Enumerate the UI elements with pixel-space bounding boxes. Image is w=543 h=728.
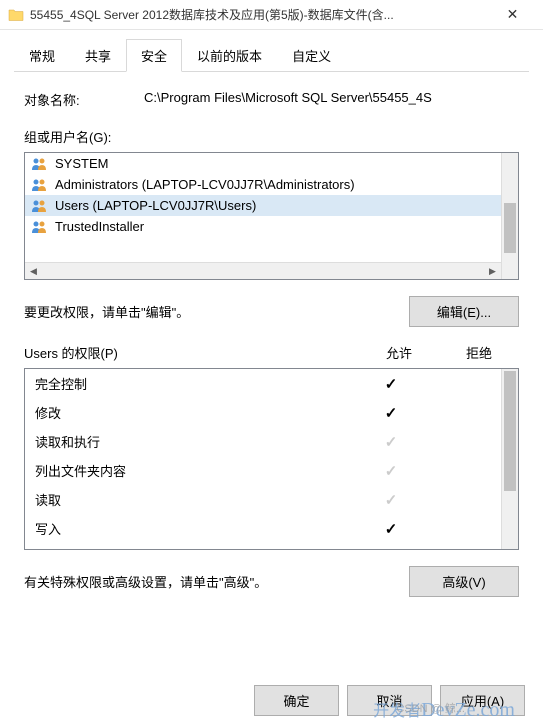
groups-label: 组或用户名(G): bbox=[24, 127, 519, 146]
permission-name: 读取和执行 bbox=[35, 432, 352, 451]
edit-hint-text: 要更改权限，请单击"编辑"。 bbox=[24, 302, 409, 321]
list-item-label: SYSTEM bbox=[55, 156, 108, 171]
list-item[interactable]: Administrators (LAPTOP-LCV0JJ7R\Administ… bbox=[25, 174, 518, 195]
permission-row[interactable]: 修改✓ bbox=[25, 398, 518, 427]
allow-check-icon: ✓ bbox=[352, 404, 430, 422]
permission-row[interactable]: 完全控制✓ bbox=[25, 369, 518, 398]
allow-check-icon: ✓ bbox=[352, 520, 430, 538]
list-item[interactable]: TrustedInstaller bbox=[25, 216, 518, 237]
permission-name: 列出文件夹内容 bbox=[35, 461, 352, 480]
vertical-scrollbar[interactable] bbox=[501, 153, 518, 279]
tab-strip: 常规 共享 安全 以前的版本 自定义 bbox=[14, 38, 529, 72]
edit-button[interactable]: 编辑(E)... bbox=[409, 296, 519, 327]
tab-customize[interactable]: 自定义 bbox=[277, 39, 346, 72]
list-item-label: TrustedInstaller bbox=[55, 219, 144, 234]
vertical-scrollbar[interactable] bbox=[501, 369, 518, 549]
cancel-button[interactable]: 取消 bbox=[347, 685, 432, 716]
allow-check-icon: ✓ bbox=[352, 491, 430, 509]
allow-check-icon: ✓ bbox=[352, 433, 430, 451]
permission-row[interactable]: 列出文件夹内容✓ bbox=[25, 456, 518, 485]
permission-name: 写入 bbox=[35, 519, 352, 538]
permission-name: 读取 bbox=[35, 490, 352, 509]
scroll-right-icon[interactable]: ▶ bbox=[484, 263, 501, 280]
tab-general[interactable]: 常规 bbox=[14, 39, 70, 72]
folder-icon bbox=[8, 7, 24, 23]
object-name-label: 对象名称: bbox=[24, 90, 144, 109]
permission-name: 修改 bbox=[35, 403, 352, 422]
list-item[interactable]: SYSTEM bbox=[25, 153, 518, 174]
dialog-footer: 确定 取消 应用(A) bbox=[254, 685, 525, 716]
window-title: 55455_4SQL Server 2012数据库技术及应用(第5版)-数据库文… bbox=[30, 6, 490, 23]
tab-sharing[interactable]: 共享 bbox=[70, 39, 126, 72]
advanced-button[interactable]: 高级(V) bbox=[409, 566, 519, 597]
list-item-label: Administrators (LAPTOP-LCV0JJ7R\Administ… bbox=[55, 177, 355, 192]
object-name-value: C:\Program Files\Microsoft SQL Server\55… bbox=[144, 90, 519, 109]
groups-listbox[interactable]: SYSTEM Administrators (LAPTOP-LCV0JJ7R\A… bbox=[24, 152, 519, 280]
apply-button[interactable]: 应用(A) bbox=[440, 685, 525, 716]
close-button[interactable]: ✕ bbox=[490, 0, 535, 30]
users-icon bbox=[31, 220, 49, 234]
list-item-label: Users (LAPTOP-LCV0JJ7R\Users) bbox=[55, 198, 256, 213]
deny-header: 拒绝 bbox=[439, 343, 519, 362]
scroll-left-icon[interactable]: ◀ bbox=[25, 263, 42, 280]
advanced-hint-text: 有关特殊权限或高级设置，请单击"高级"。 bbox=[24, 572, 409, 591]
users-icon bbox=[31, 157, 49, 171]
permission-name: 完全控制 bbox=[35, 374, 352, 393]
permission-row[interactable]: 读取✓ bbox=[25, 485, 518, 514]
list-item[interactable]: Users (LAPTOP-LCV0JJ7R\Users) bbox=[25, 195, 518, 216]
window-titlebar: 55455_4SQL Server 2012数据库技术及应用(第5版)-数据库文… bbox=[0, 0, 543, 30]
horizontal-scrollbar[interactable]: ◀ ▶ bbox=[25, 262, 501, 279]
permissions-listbox: 完全控制✓修改✓读取和执行✓列出文件夹内容✓读取✓写入✓ bbox=[24, 368, 519, 550]
permissions-label: Users 的权限(P) bbox=[24, 343, 359, 362]
tab-security[interactable]: 安全 bbox=[126, 39, 182, 72]
allow-check-icon: ✓ bbox=[352, 375, 430, 393]
allow-check-icon: ✓ bbox=[352, 462, 430, 480]
users-icon bbox=[31, 178, 49, 192]
ok-button[interactable]: 确定 bbox=[254, 685, 339, 716]
users-icon bbox=[31, 199, 49, 213]
tab-previous-versions[interactable]: 以前的版本 bbox=[182, 39, 277, 72]
allow-header: 允许 bbox=[359, 343, 439, 362]
permission-row[interactable]: 写入✓ bbox=[25, 514, 518, 543]
permission-row[interactable]: 读取和执行✓ bbox=[25, 427, 518, 456]
